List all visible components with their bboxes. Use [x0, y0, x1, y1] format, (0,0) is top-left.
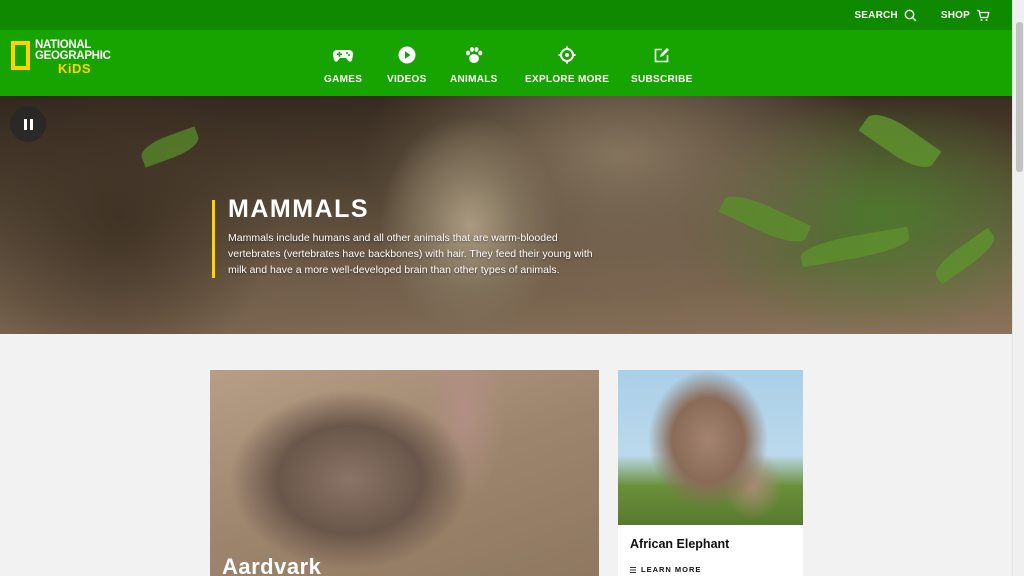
scrollbar-thumb[interactable]: [1016, 22, 1023, 172]
nav-item-animals[interactable]: ANIMALS: [450, 44, 498, 85]
play-icon: [398, 46, 416, 64]
animal-card-african-elephant[interactable]: African Elephant LEARN MORE: [618, 370, 803, 576]
target-icon: [558, 46, 576, 64]
page: SEARCH SHOP NATIONAL GEOGRAPHIC KiDS GAM…: [0, 0, 1024, 576]
nav-label-videos: VIDEOS: [387, 74, 427, 85]
learn-more-link[interactable]: LEARN MORE: [630, 565, 803, 574]
animal-card-photo: [618, 370, 803, 525]
list-icon: [630, 566, 636, 573]
featured-animal-card[interactable]: Aardvark: [210, 370, 599, 576]
shop-label: SHOP: [940, 9, 970, 21]
cart-icon: [977, 9, 990, 21]
main-nav: NATIONAL GEOGRAPHIC KiDS GAMES VIDEOS AN…: [0, 30, 1012, 96]
nav-item-subscribe[interactable]: SUBSCRIBE: [631, 44, 693, 85]
logo-line3: KiDS: [58, 61, 92, 76]
pause-icon: [22, 118, 34, 130]
nav-label-subscribe: SUBSCRIBE: [631, 74, 693, 85]
nav-label-explore-more: EXPLORE MORE: [525, 74, 610, 85]
hero-text-block: MAMMALS Mammals include humans and all o…: [212, 195, 602, 278]
hero-banner: MAMMALS Mammals include humans and all o…: [0, 96, 1012, 334]
utility-bar: SEARCH SHOP: [0, 0, 1012, 30]
logo-text: NATIONAL GEOGRAPHIC KiDS: [35, 39, 111, 76]
learn-more-label: LEARN MORE: [641, 565, 702, 574]
gamepad-icon: [332, 49, 354, 62]
animal-card-name: African Elephant: [630, 537, 730, 551]
nav-item-games[interactable]: GAMES: [324, 44, 362, 85]
scrollbar[interactable]: [1012, 0, 1024, 576]
nav-item-videos[interactable]: VIDEOS: [387, 44, 427, 85]
nav-label-animals: ANIMALS: [450, 74, 498, 85]
shop-link[interactable]: SHOP: [941, 9, 990, 22]
featured-animal-name: Aardvark: [222, 554, 322, 576]
edit-icon: [654, 47, 670, 62]
natgeo-kids-logo[interactable]: NATIONAL GEOGRAPHIC KiDS: [11, 39, 111, 76]
search-link[interactable]: SEARCH: [854, 9, 917, 22]
paw-icon: [465, 47, 483, 63]
hero-description: Mammals include humans and all other ani…: [228, 232, 593, 276]
nav-label-games: GAMES: [324, 74, 363, 85]
page-title: MAMMALS: [228, 195, 370, 223]
search-icon: [904, 9, 917, 21]
nav-item-explore-more[interactable]: EXPLORE MORE: [525, 44, 609, 85]
logo-frame-icon: [11, 41, 30, 70]
pause-button[interactable]: [10, 106, 46, 142]
search-label: SEARCH: [854, 9, 898, 21]
